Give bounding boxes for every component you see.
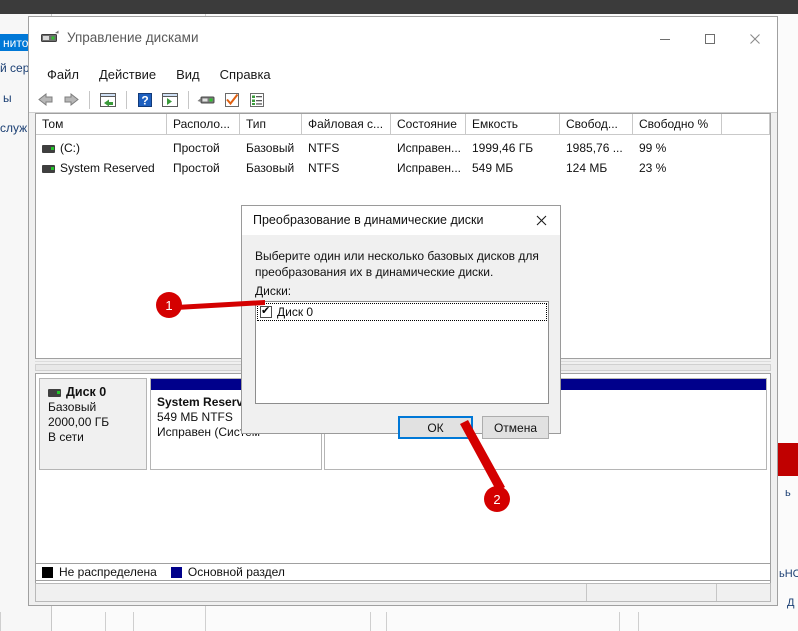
column-header-free-percent[interactable]: Свободно % [633, 114, 722, 135]
menu-item-view[interactable]: Вид [166, 65, 210, 84]
window-title: Управление дисками [67, 30, 199, 45]
menu-item-help[interactable]: Справка [210, 65, 281, 84]
convert-to-dynamic-disk-dialog: Преобразование в динамические диски Выбе… [241, 205, 561, 439]
background-fragment-3: служ [0, 121, 28, 135]
background-red-block [776, 443, 798, 476]
background-fragment-2: ы [3, 91, 12, 105]
help-icon[interactable]: ? [134, 90, 156, 110]
menu-item-file[interactable]: Файл [37, 65, 89, 84]
cell-type: Базовый [246, 141, 295, 155]
legend-swatch-unallocated [42, 566, 53, 578]
column-header-free[interactable]: Свобод... [560, 114, 633, 135]
svg-text:?: ? [141, 93, 148, 107]
disk-icon [48, 388, 61, 397]
column-header-status[interactable]: Состояние [391, 114, 466, 135]
background-right-fragment-2: Д [787, 597, 795, 609]
back-arrow-icon[interactable] [35, 90, 57, 110]
background-fragment-0: нито [3, 36, 29, 50]
list-item[interactable]: Диск 0 [257, 303, 547, 321]
background-bottom-grid [0, 612, 798, 631]
annotation-badge-2: 2 [484, 486, 510, 512]
legend-swatch-primary [170, 566, 182, 578]
forward-arrow-icon[interactable] [60, 90, 82, 110]
dialog-body: Выберите один или несколько базовых диск… [242, 235, 560, 439]
cell-volume: (C:) [60, 141, 80, 155]
toolbar: ? [29, 87, 777, 113]
cell-free: 1985,76 ... [566, 141, 623, 155]
dialog-title-bar: Преобразование в динамические диски [242, 206, 560, 235]
disk-name: Диск 0 [66, 385, 107, 399]
cell-status: Исправен... [397, 161, 462, 175]
menu-item-action[interactable]: Действие [89, 65, 166, 84]
cell-free-percent: 99 % [639, 141, 667, 155]
volume-disk-icon [42, 164, 55, 173]
cell-capacity: 549 МБ [472, 161, 514, 175]
column-header-extra[interactable] [722, 114, 770, 135]
toolbar-separator [188, 90, 189, 109]
table-row[interactable]: (C:) Простой Базовый NTFS Исправен... 19… [36, 138, 770, 158]
cancel-button[interactable]: Отмена [482, 416, 549, 439]
status-bar [35, 583, 771, 602]
cell-free-percent: 23 % [639, 161, 667, 175]
window-title-bar: Управление дисками [29, 17, 777, 61]
dialog-description: Выберите один или несколько базовых диск… [255, 249, 539, 279]
window-controls [642, 17, 777, 61]
ok-button[interactable]: ОК [398, 416, 473, 439]
cell-status: Исправен... [397, 141, 462, 155]
maximize-button[interactable] [687, 17, 732, 61]
toolbar-separator [89, 90, 90, 109]
close-button[interactable] [732, 17, 777, 61]
cell-type: Базовый [246, 161, 295, 175]
volume-list-header: Том Располо... Тип Файловая с... Состоян… [36, 114, 770, 135]
properties-icon[interactable] [246, 90, 268, 110]
column-header-type[interactable]: Тип [240, 114, 302, 135]
cell-filesystem: NTFS [308, 141, 340, 155]
rescan-disks-icon[interactable] [221, 90, 243, 110]
column-header-layout[interactable]: Располо... [167, 114, 240, 135]
disk-selection-list[interactable]: Диск 0 [255, 301, 549, 404]
show-hide-action-pane-icon[interactable] [159, 90, 181, 110]
background-right-fragment-1: ьНС [779, 568, 798, 580]
dialog-title: Преобразование в динамические диски [253, 213, 484, 227]
cell-volume: System Reserved [60, 161, 155, 175]
disk-size: 2000,00 ГБ [48, 415, 110, 429]
disk-state: В сети [48, 430, 84, 444]
background-fragment-1: й сер [0, 61, 30, 75]
legend-label-primary: Основной раздел [187, 565, 285, 579]
background-top-bar [0, 0, 798, 14]
volume-disk-icon [42, 144, 55, 153]
background-right-fragment-0: ь [785, 487, 791, 499]
column-header-filesystem[interactable]: Файловая с... [302, 114, 391, 135]
show-hide-console-tree-icon[interactable] [97, 90, 119, 110]
column-header-volume[interactable]: Том [36, 114, 167, 135]
cell-filesystem: NTFS [308, 161, 340, 175]
cell-capacity: 1999,46 ГБ [472, 141, 534, 155]
screenshot-root: нито й сер ы служ ь ьНС Д Управление дис… [0, 0, 798, 631]
cell-free: 124 МБ [566, 161, 608, 175]
cell-layout: Простой [173, 161, 220, 175]
dialog-list-label: Диски: [255, 284, 292, 298]
toolbar-separator [126, 90, 127, 109]
menu-bar: Файл Действие Вид Справка [29, 61, 777, 87]
dialog-close-icon[interactable] [522, 206, 560, 235]
disk-info-panel[interactable]: Диск 0 Базовый 2000,00 ГБ В сети [39, 378, 147, 470]
disk-management-icon [41, 30, 59, 46]
disk-type: Базовый [48, 400, 97, 414]
minimize-button[interactable] [642, 17, 687, 61]
list-item-label: Диск 0 [277, 305, 314, 319]
legend-label-unallocated: Не распределена [59, 565, 157, 579]
column-header-capacity[interactable]: Емкость [466, 114, 560, 135]
disk-icon[interactable] [196, 90, 218, 110]
table-row[interactable]: System Reserved Простой Базовый NTFS Исп… [36, 158, 770, 178]
annotation-badge-1: 1 [156, 292, 182, 318]
legend: Не распределена Основной раздел [35, 563, 771, 581]
disk-checkbox[interactable] [260, 304, 272, 318]
cell-layout: Простой [173, 141, 220, 155]
